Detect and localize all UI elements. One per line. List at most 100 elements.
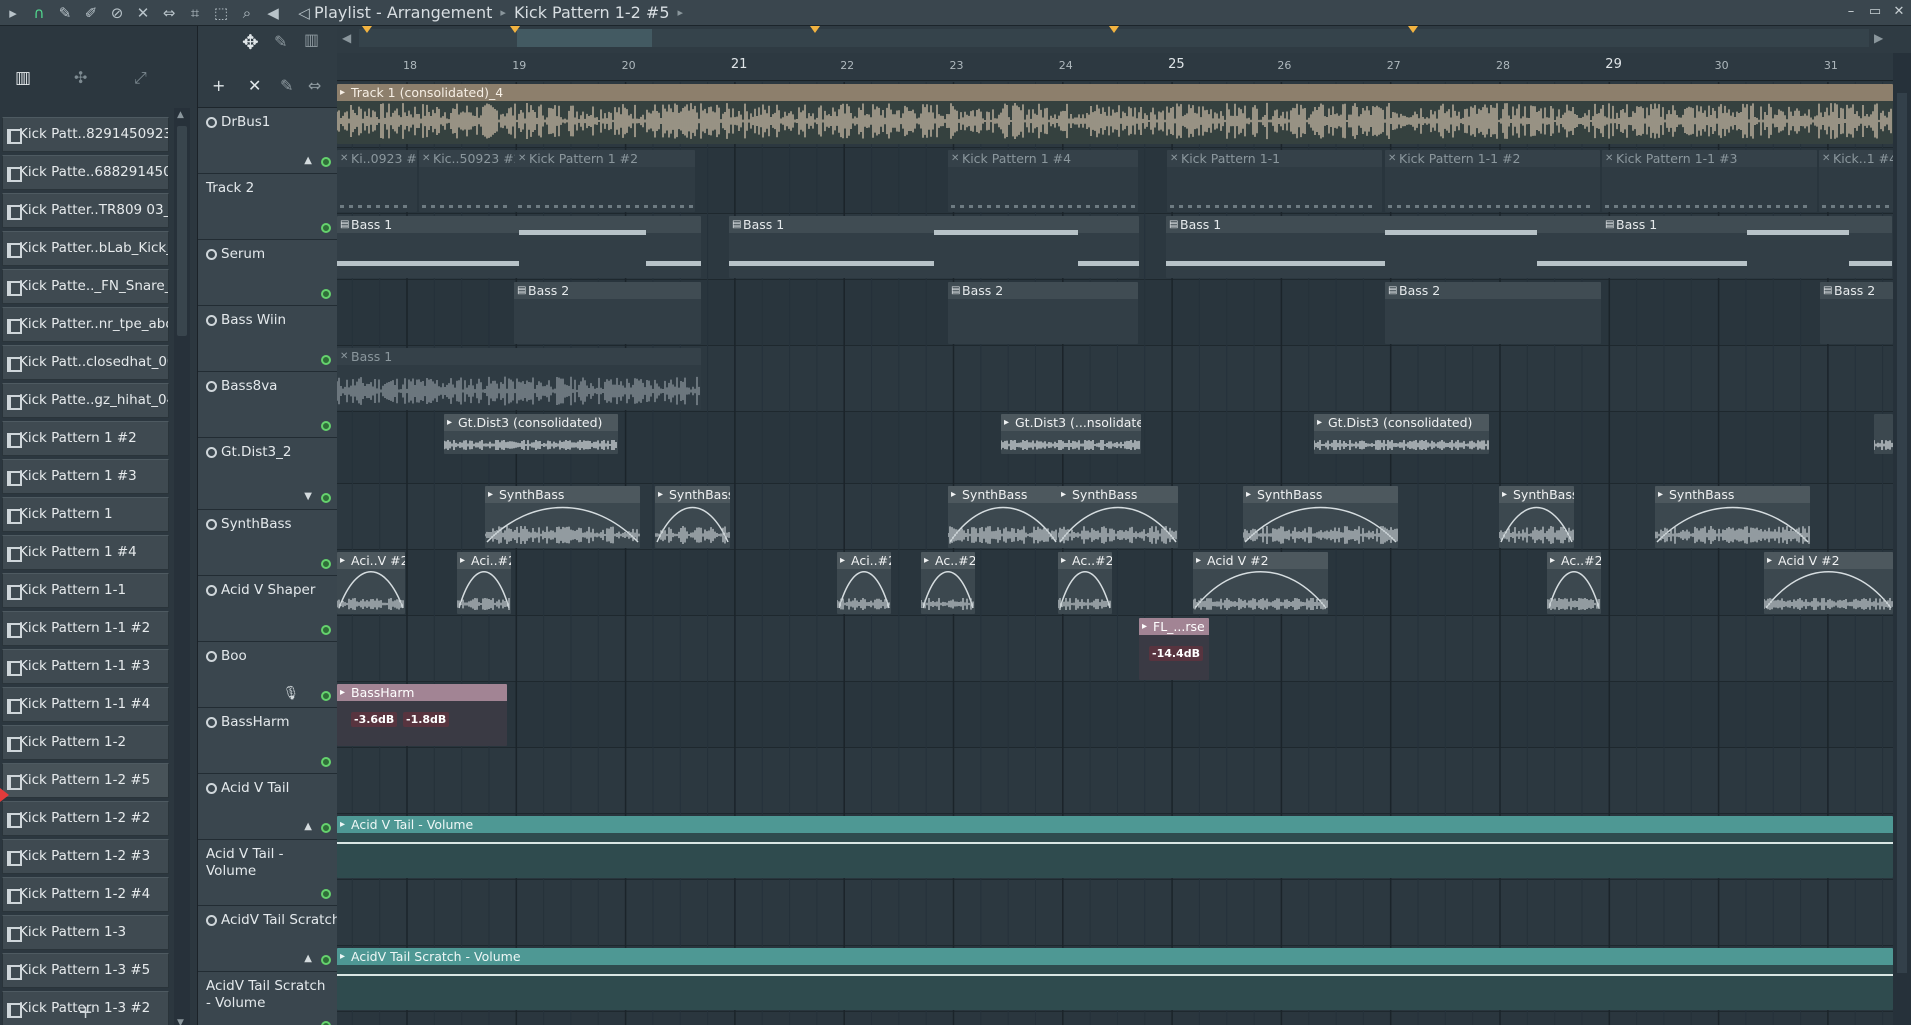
- plugin-icon[interactable]: ✣: [74, 68, 87, 87]
- audio-clip[interactable]: SynthBass: [1058, 486, 1178, 548]
- link-track-icon[interactable]: ⇔: [308, 76, 321, 95]
- track-led-icon[interactable]: [321, 355, 331, 365]
- pattern-item[interactable]: Kick Pattern 1: [2, 497, 169, 532]
- pattern-clip[interactable]: Bass 2: [514, 282, 701, 344]
- audio-clip[interactable]: BassHarm -3.6dB -1.8dB: [337, 684, 507, 746]
- track-header[interactable]: DrBus1 ▲: [198, 108, 337, 174]
- automation-clip[interactable]: Acid V Tail - Volume: [337, 816, 1893, 878]
- audio-clip[interactable]: [1874, 414, 1893, 454]
- pattern-item[interactable]: Kick Patt..closedhat_003: [2, 345, 169, 380]
- audio-clip[interactable]: SynthBass: [1655, 486, 1810, 548]
- pattern-item[interactable]: Kick Patter..bLab_Kick_A: [2, 231, 169, 266]
- collapse-icon[interactable]: ▲: [304, 821, 312, 832]
- audio-clip[interactable]: Gt.Dist3 (consolidated): [444, 414, 618, 454]
- add-track-icon[interactable]: +: [212, 76, 225, 95]
- pattern-item[interactable]: Kick Pattern 1 #4: [2, 535, 169, 570]
- track-header[interactable]: Bass Wiin: [198, 306, 337, 372]
- zoom-icon[interactable]: ⌕: [234, 0, 260, 26]
- slip-icon[interactable]: ⇔: [156, 0, 182, 26]
- pattern-clip[interactable]: Bass 2: [1385, 282, 1601, 344]
- track-lane[interactable]: [337, 748, 1893, 814]
- close-button[interactable]: ✕: [1887, 0, 1911, 22]
- audio-clip[interactable]: Acid V #2: [1764, 552, 1893, 614]
- playlist-scrollbar[interactable]: [1893, 53, 1911, 1025]
- playlist-area[interactable]: ◀ ▶ 18 19 20 21 22 23 24 25 26 27 28 29 30 31 Track 1…: [337, 26, 1911, 1025]
- microphone-icon[interactable]: 🎙: [282, 686, 299, 701]
- piano-icon[interactable]: ▥: [15, 68, 31, 88]
- power-icon[interactable]: [206, 651, 217, 662]
- audio-clip[interactable]: FL_...rse -14.4dB: [1139, 618, 1209, 680]
- power-icon[interactable]: [206, 915, 217, 926]
- pattern-item[interactable]: Kick Patte..688291450923: [2, 155, 169, 190]
- paint-brush-icon[interactable]: ✐: [78, 0, 104, 26]
- overview-window[interactable]: [517, 29, 652, 47]
- mute-icon[interactable]: ✕: [130, 0, 156, 26]
- pattern-item[interactable]: Kick Pattern 1-1: [2, 573, 169, 608]
- power-icon[interactable]: [206, 249, 217, 260]
- minimize-button[interactable]: –: [1839, 0, 1863, 22]
- track-lane[interactable]: [337, 550, 1893, 616]
- pencil-tool-icon[interactable]: ✎: [274, 32, 287, 51]
- track-header[interactable]: Acid V Tail - Volume: [198, 840, 337, 906]
- power-icon[interactable]: [206, 585, 217, 596]
- speaker-icon[interactable]: ◁: [294, 0, 314, 26]
- audio-clip[interactable]: SynthBass: [1243, 486, 1398, 548]
- track-header[interactable]: Acid V Tail ▲: [198, 774, 337, 840]
- audio-clip[interactable]: Track 1 (consolidated)_4: [337, 84, 1893, 144]
- pattern-item[interactable]: Kick Pattern 1-3: [2, 915, 169, 950]
- magnet-icon[interactable]: ∩: [26, 0, 52, 26]
- audio-clip[interactable]: SynthBass: [655, 486, 730, 548]
- pattern-item[interactable]: Kick Pattern 1 #2: [2, 421, 169, 456]
- muted-pattern-clip[interactable]: Kick Pattern 1-1: [1167, 150, 1382, 212]
- playback-icon[interactable]: ◀: [260, 0, 286, 26]
- pattern-clip[interactable]: Bass 1: [337, 216, 701, 278]
- pattern-item[interactable]: Kick Patte..gz_hihat_043: [2, 383, 169, 418]
- audio-clip[interactable]: Aci..#2: [837, 552, 891, 614]
- muted-pattern-clip[interactable]: Kick Pattern 1 #4: [948, 150, 1138, 212]
- automation-clip[interactable]: AcidV Tail Scratch - Volume: [337, 948, 1893, 1010]
- edit-track-icon[interactable]: ✎: [280, 76, 293, 95]
- collapse-icon[interactable]: ▲: [304, 155, 312, 166]
- track-led-icon[interactable]: [321, 889, 331, 899]
- muted-pattern-clip[interactable]: Ki..0923 #2: [337, 150, 417, 212]
- audio-clip[interactable]: SynthBass: [485, 486, 640, 548]
- pattern-item[interactable]: Kick Patter..TR809 03_C0: [2, 193, 169, 228]
- pattern-clip[interactable]: Bass 1: [1166, 216, 1603, 278]
- audio-clip[interactable]: Gt.Dist3 (...nsolidated): [1001, 414, 1141, 454]
- scroll-right-icon[interactable]: ▶: [1874, 31, 1883, 45]
- track-header[interactable]: Gt.Dist3_2 ▼: [198, 438, 337, 510]
- track-header[interactable]: AcidV Tail Scratch - Volume: [198, 972, 337, 1025]
- pencil-icon[interactable]: ✎: [52, 0, 78, 26]
- automation-icon[interactable]: ⤢: [134, 68, 147, 88]
- power-icon[interactable]: [206, 315, 217, 326]
- grid-icon[interactable]: ▥: [304, 30, 319, 49]
- maximize-button[interactable]: ▭: [1863, 0, 1887, 22]
- track-led-icon[interactable]: [321, 955, 331, 965]
- track-led-icon[interactable]: [321, 559, 331, 569]
- current-pattern[interactable]: Kick Pattern 1-2 #5: [514, 3, 670, 22]
- picker-scroll-thumb[interactable]: [177, 126, 187, 336]
- scroll-up-icon[interactable]: ▲: [177, 110, 184, 120]
- track-led-icon[interactable]: [321, 691, 331, 701]
- track-lane[interactable]: [337, 616, 1893, 682]
- power-icon[interactable]: [206, 117, 217, 128]
- audio-clip[interactable]: Aci..V #2: [337, 552, 405, 614]
- muted-pattern-clip[interactable]: Kick Pattern 1-1 #2: [1385, 150, 1600, 212]
- audio-clip[interactable]: Acid V #2: [1193, 552, 1328, 614]
- picker-scrollbar[interactable]: ▲ ▼: [174, 108, 190, 1025]
- timeline-ruler[interactable]: 18 19 20 21 22 23 24 25 26 27 28 29 30 31: [337, 53, 1911, 81]
- track-header[interactable]: AcidV Tail Scratch ▲: [198, 906, 340, 972]
- track-header[interactable]: BassHarm: [198, 708, 337, 774]
- audio-clip[interactable]: SynthBass: [1499, 486, 1574, 548]
- multi-arrow-icon[interactable]: ✥: [242, 30, 259, 54]
- muted-audio-clip[interactable]: Bass 1: [337, 348, 701, 410]
- audio-clip[interactable]: Ac..#2: [1058, 552, 1112, 614]
- muted-pattern-clip[interactable]: Kick Pattern 1-1 #3: [1602, 150, 1817, 212]
- power-icon[interactable]: [206, 783, 217, 794]
- play-icon[interactable]: ▸: [0, 0, 26, 26]
- audio-clip[interactable]: Gt.Dist3 (consolidated): [1314, 414, 1489, 454]
- pattern-item[interactable]: Kick Pattern 1-2 #4: [2, 877, 169, 912]
- muted-pattern-clip[interactable]: Kick..1 #4: [1819, 150, 1893, 212]
- track-header[interactable]: Boo 🎙: [198, 642, 337, 708]
- power-icon[interactable]: [206, 519, 217, 530]
